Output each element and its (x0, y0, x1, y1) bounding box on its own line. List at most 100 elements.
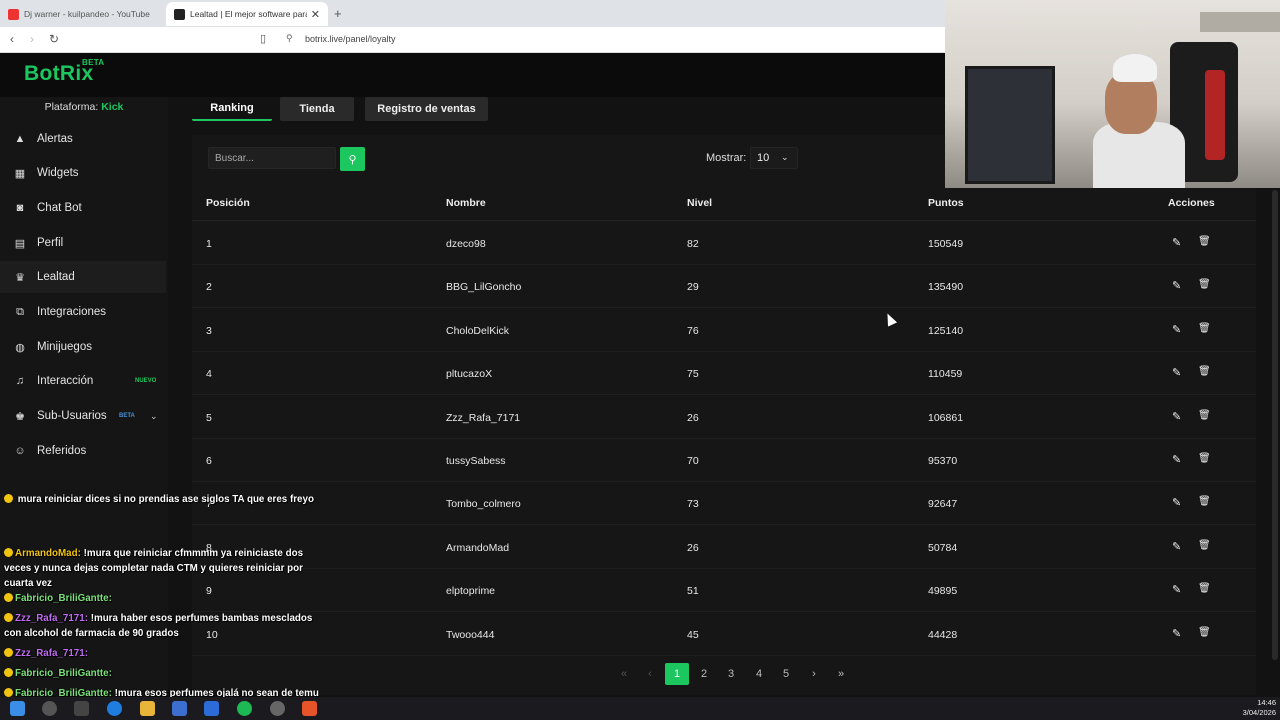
obs-icon[interactable] (270, 701, 285, 716)
delete-icon[interactable]: 🗑 (1198, 323, 1211, 334)
delete-icon[interactable]: 🗑 (1198, 540, 1211, 551)
table-row: 4 pltucazoX 75 110459 ✎ 🗑 (192, 352, 1256, 396)
sidebar-item-sub-usuarios[interactable]: ♚ Sub-Usuarios BETA ⌄ (0, 400, 166, 432)
page-button-3[interactable]: 3 (719, 663, 743, 685)
sidebar-item-alertas[interactable]: ▲ Alertas (0, 123, 166, 155)
edit-icon[interactable]: ✎ (1172, 583, 1181, 596)
delete-icon[interactable]: 🗑 (1198, 410, 1211, 421)
tab-tienda[interactable]: Tienda (280, 97, 354, 121)
page-scrollbar[interactable] (1272, 190, 1278, 660)
chat-badge-icon (4, 494, 13, 503)
brave-icon[interactable] (302, 701, 317, 716)
table-row: 1 dzeco98 82 150549 ✎ 🗑 (192, 222, 1256, 265)
table-row: 6 tussySabess 70 95370 ✎ 🗑 (192, 439, 1256, 482)
ranking-card: ⚲ Mostrar: 10 ⌄ Posición Nombre Nivel Pu… (192, 135, 1256, 695)
edit-icon[interactable]: ✎ (1172, 323, 1181, 336)
forward-icon[interactable]: › (30, 32, 34, 46)
sidebar-item-label: Widgets (37, 167, 79, 179)
platform-value: Kick (101, 101, 124, 113)
first-page-icon[interactable]: « (612, 663, 636, 685)
delete-icon[interactable]: 🗑 (1198, 236, 1211, 247)
logo[interactable]: BotRix BETA (24, 58, 104, 86)
back-icon[interactable]: ‹ (10, 32, 14, 46)
chat-message: Zzz_Rafa_7171: (4, 646, 324, 661)
edit-icon[interactable]: ✎ (1172, 540, 1181, 553)
youtube-icon (8, 8, 19, 20)
page-button-4[interactable]: 4 (747, 663, 771, 685)
tab-title: Lealtad | El mejor software para (190, 9, 307, 19)
column-header-points[interactable]: Puntos (928, 197, 964, 209)
edit-icon[interactable]: ✎ (1172, 496, 1181, 509)
cell-name: Tombo_colmero (446, 498, 521, 511)
url-field[interactable]: botrix.live/panel/loyalty (305, 34, 396, 44)
delete-icon[interactable]: 🗑 (1198, 627, 1211, 638)
site-info-icon[interactable]: ⚲ (286, 33, 293, 44)
spotify-icon[interactable] (237, 701, 252, 716)
browser-tab-youtube[interactable]: Dj warner - kuilpandeo - YouTube (0, 2, 164, 26)
screen: Dj warner - kuilpandeo - YouTube Lealtad… (0, 0, 1280, 720)
start-icon[interactable] (10, 701, 25, 716)
edit-icon[interactable]: ✎ (1172, 366, 1181, 379)
task-view-icon[interactable] (74, 701, 89, 716)
reload-icon[interactable]: ↻ (49, 32, 59, 46)
webcam-shelf (1200, 12, 1280, 32)
sidebar-item-perfil[interactable]: ▤ Perfil (0, 227, 166, 259)
table-row: 10 Twooo444 45 44428 ✎ 🗑 (192, 613, 1256, 656)
outlook-icon[interactable] (204, 701, 219, 716)
search-input[interactable] (208, 147, 336, 169)
table-row: 3 CholoDelKick 76 125140 ✎ 🗑 (192, 309, 1256, 352)
delete-icon[interactable]: 🗑 (1198, 453, 1211, 464)
chevron-down-icon[interactable]: ⌄ (150, 411, 158, 422)
sidebar-item-minijuegos[interactable]: ◍ Minijuegos (0, 331, 166, 363)
edge-icon[interactable] (107, 701, 122, 716)
edit-icon[interactable]: ✎ (1172, 279, 1181, 292)
edit-icon[interactable]: ✎ (1172, 236, 1181, 249)
sidebar-item-chat-bot[interactable]: ◙ Chat Bot (0, 192, 166, 224)
new-tab-icon[interactable]: + (334, 6, 342, 21)
delete-icon[interactable]: 🗑 (1198, 366, 1211, 377)
last-page-icon[interactable]: » (829, 663, 853, 685)
bookmark-icon[interactable]: ▯ (260, 32, 266, 45)
id-card-icon: ▤ (14, 237, 26, 250)
delete-icon[interactable]: 🗑 (1198, 583, 1211, 594)
column-header-position[interactable]: Posición (206, 197, 250, 209)
gamepad-icon: ◍ (15, 341, 25, 354)
page-button-1[interactable]: 1 (665, 663, 689, 685)
sidebar-item-widgets[interactable]: ▦ Widgets (0, 157, 166, 189)
file-explorer-icon[interactable] (140, 701, 155, 716)
tab-ranking[interactable]: Ranking (192, 97, 272, 121)
chat-message: Fabricio_BriliGantte: (4, 591, 324, 606)
edit-icon[interactable]: ✎ (1172, 410, 1181, 423)
tab-registro-de-ventas[interactable]: Registro de ventas (365, 97, 488, 121)
page-button-2[interactable]: 2 (692, 663, 716, 685)
column-header-level[interactable]: Nivel (687, 197, 712, 209)
taskbar-clock[interactable]: 14:46 3/04/2026 (1232, 698, 1276, 718)
delete-icon[interactable]: 🗑 (1198, 279, 1211, 290)
next-page-icon[interactable]: › (802, 663, 826, 685)
cell-position: 2 (206, 281, 212, 294)
close-tab-icon[interactable]: ✕ (311, 8, 320, 21)
search-icon[interactable] (42, 701, 57, 716)
page-button-5[interactable]: 5 (774, 663, 798, 685)
grid-icon: ▦ (14, 167, 26, 180)
edit-icon[interactable]: ✎ (1172, 627, 1181, 640)
sidebar-item-referidos[interactable]: ☺ Referidos (0, 435, 166, 467)
search-button[interactable]: ⚲ (340, 147, 365, 171)
cell-position: 5 (206, 411, 212, 424)
prev-page-icon[interactable]: ‹ (638, 663, 662, 685)
sidebar-item-integraciones[interactable]: ⧉ Integraciones (0, 296, 166, 328)
browser-tab-botrix[interactable]: Lealtad | El mejor software para ✕ (166, 2, 328, 26)
sidebar-item-lealtad[interactable]: ♛ Lealtad (0, 261, 166, 293)
edit-icon[interactable]: ✎ (1172, 453, 1181, 466)
cell-name: tussySabess (446, 455, 506, 467)
platform-label: Plataforma: (44, 101, 99, 113)
chat-badge-icon (4, 648, 13, 657)
column-header-name[interactable]: Nombre (446, 197, 486, 209)
cell-name: CholoDelKick (446, 324, 510, 337)
sidebar-item-interaccion[interactable]: ♫ Interacción NUEVO (0, 365, 166, 397)
store-icon[interactable] (172, 701, 187, 716)
taskbar: 14:46 3/04/2026 (0, 697, 1280, 720)
platform-indicator[interactable]: Plataforma: Kick (0, 101, 168, 113)
delete-icon[interactable]: 🗑 (1198, 496, 1211, 507)
page-size-select[interactable]: 10 ⌄ (750, 147, 798, 169)
